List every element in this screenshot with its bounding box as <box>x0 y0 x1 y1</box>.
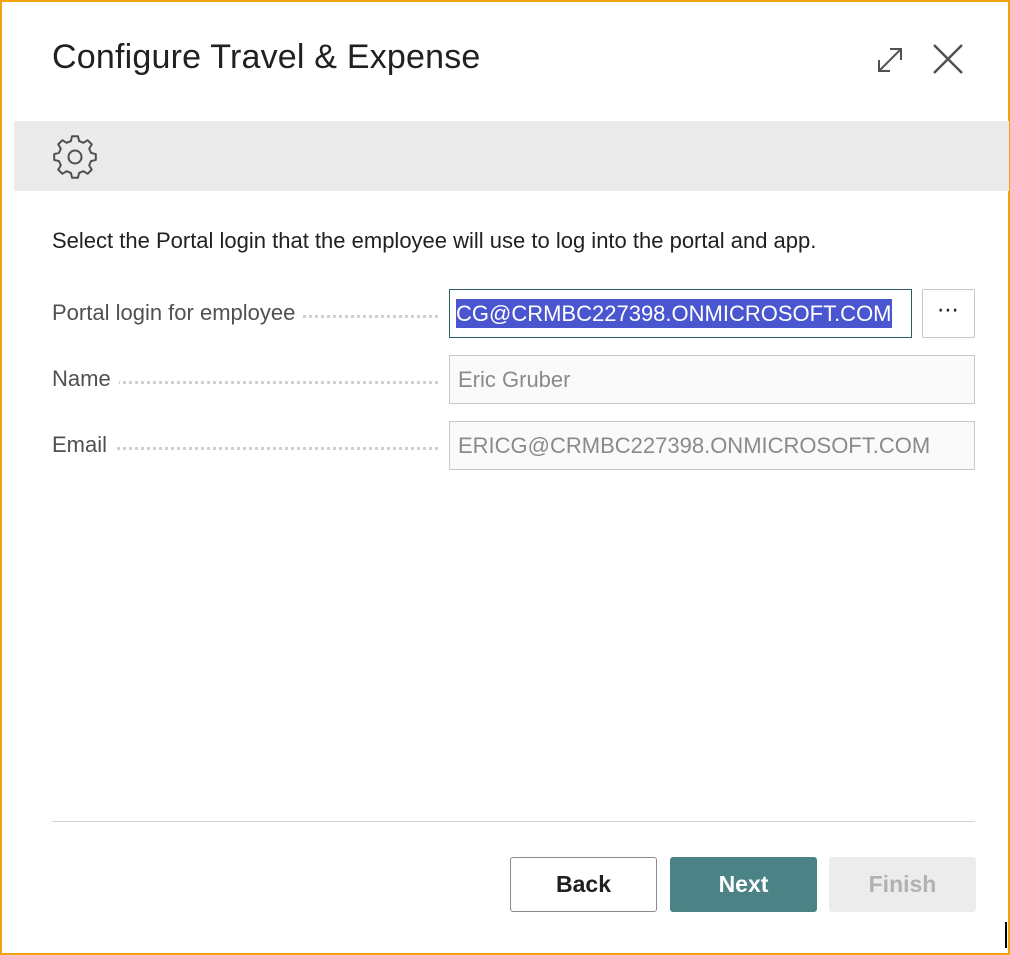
gear-icon <box>52 134 98 180</box>
name-field: Eric Gruber <box>449 355 975 404</box>
email-label: Email <box>52 432 116 458</box>
configure-dialog: Configure Travel & Expense Select the Po… <box>0 0 1010 955</box>
back-button[interactable]: Back <box>510 857 657 912</box>
instruction-text: Select the Portal login that the employe… <box>52 228 817 253</box>
portal-login-input[interactable]: CG@CRMBC227398.ONMICROSOFT.COM <box>449 289 912 338</box>
finish-button: Finish <box>829 857 976 912</box>
footer-divider <box>52 821 975 822</box>
portal-login-value: CG@CRMBC227398.ONMICROSOFT.COM <box>456 299 892 328</box>
lookup-button[interactable]: ⋯ <box>922 289 975 338</box>
portal-login-label: Portal login for employee <box>52 300 304 326</box>
email-field: ERICG@CRMBC227398.ONMICROSOFT.COM <box>449 421 975 470</box>
expand-icon[interactable] <box>870 40 910 80</box>
close-icon[interactable] <box>927 38 969 80</box>
settings-banner <box>14 121 1009 191</box>
next-button[interactable]: Next <box>670 857 817 912</box>
text-cursor <box>1005 922 1007 948</box>
dialog-title: Configure Travel & Expense <box>52 38 481 76</box>
name-label: Name <box>52 366 119 392</box>
